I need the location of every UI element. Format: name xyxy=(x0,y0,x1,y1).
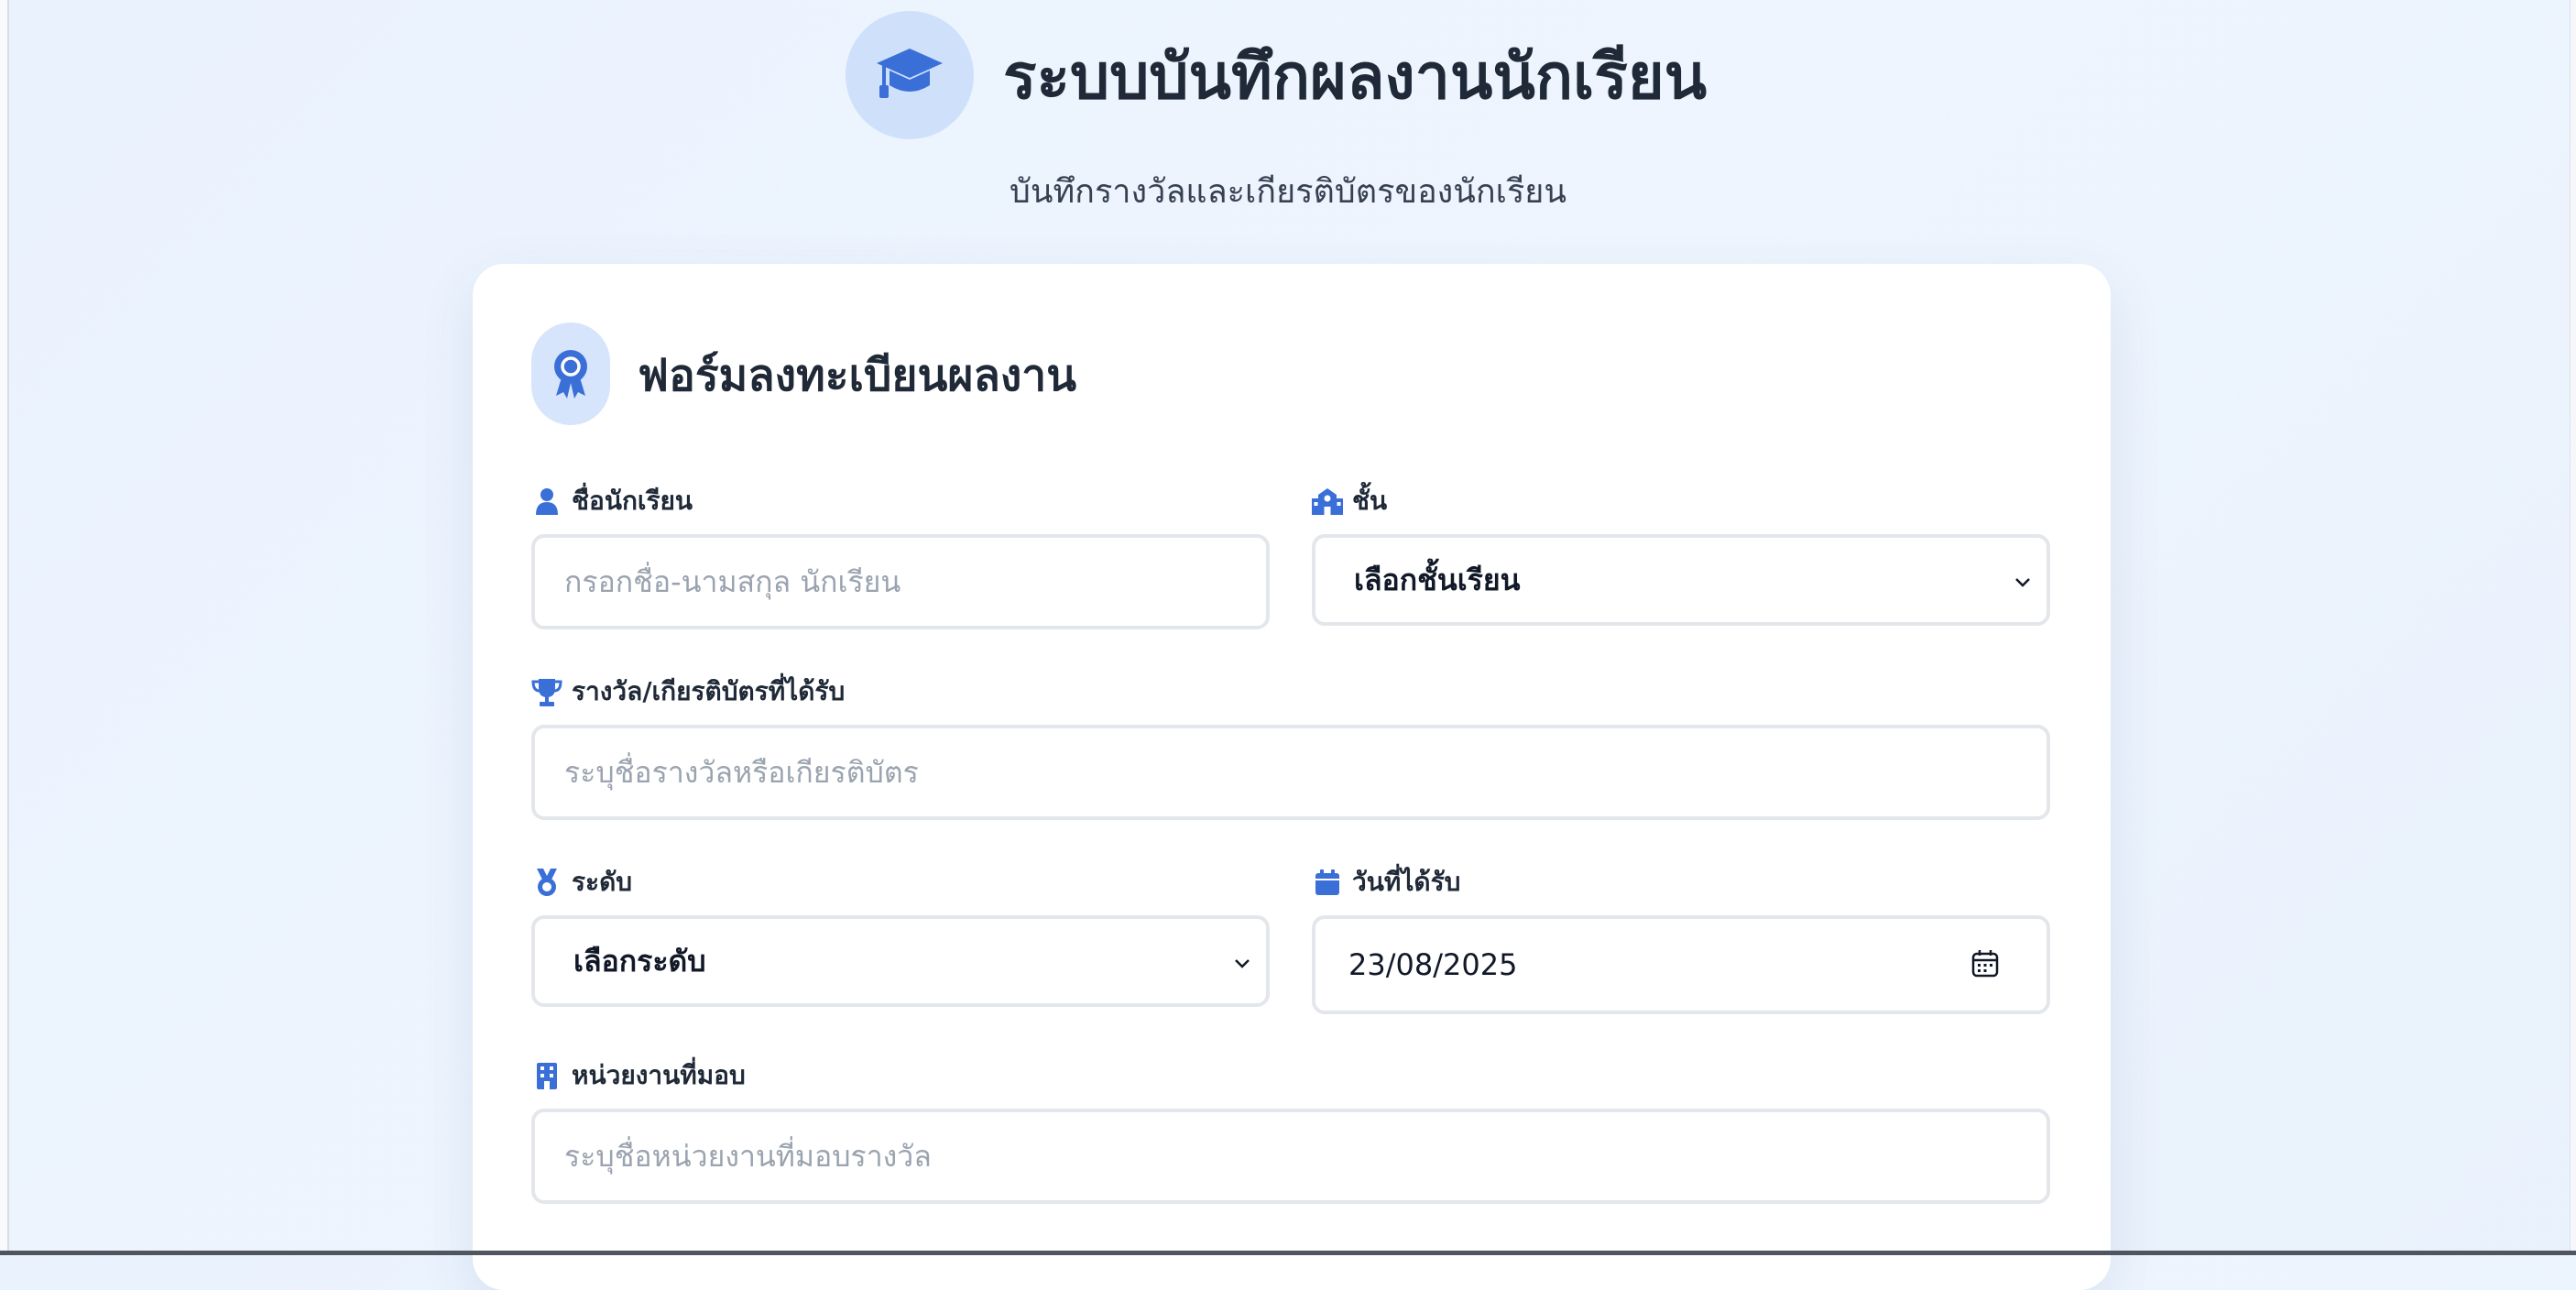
student-name-label: ชื่อนักเรียน xyxy=(531,481,693,521)
level-label-text: ระดับ xyxy=(572,867,633,897)
award-placeholder: ระบุชื่อรางวัลหรือเกียรติบัตร xyxy=(564,754,919,790)
medal-icon xyxy=(531,867,562,898)
school-icon xyxy=(1312,486,1343,517)
award-icon xyxy=(554,350,587,399)
level-label: ระดับ xyxy=(531,862,632,902)
user-icon xyxy=(531,486,562,517)
award-label: รางวัล/เกียรติบัตรที่ได้รับ xyxy=(531,672,845,712)
student-name-label-text: ชื่อนักเรียน xyxy=(572,486,693,516)
building-icon xyxy=(531,1060,562,1091)
page-subtitle: บันทึกรางวัลและเกียรติบัตรของนักเรียน xyxy=(1009,173,1567,211)
chevron-down-icon xyxy=(2015,578,2030,587)
page-header: ระบบบันทึกผลงานนักเรียน บันทึกรางวัลและเ… xyxy=(0,0,2576,238)
date-input-value: 23/08/2025 xyxy=(1348,947,1518,982)
registration-form-card: ฟอร์มลงทะเบียนผลงาน ชื่อนักเรียน กรอกชื่… xyxy=(473,264,2111,1290)
award-label-text: รางวัล/เกียรติบัตรที่ได้รับ xyxy=(572,676,846,706)
trophy-icon xyxy=(531,676,562,707)
logo-badge xyxy=(846,11,974,139)
award-input[interactable]: ระบุชื่อรางวัลหรือเกียรติบัตร xyxy=(531,725,2050,820)
organization-label: หน่วยงานที่มอบ xyxy=(531,1055,746,1096)
grade-label: ชั้น xyxy=(1312,481,1387,521)
form-title-badge xyxy=(531,322,610,425)
level-select-value: เลือกระดับ xyxy=(573,943,706,978)
grade-select-value: เลือกชั้นเรียน xyxy=(1354,562,1521,597)
organization-input[interactable]: ระบุชื่อหน่วยงานที่มอบรางวัล xyxy=(531,1109,2050,1204)
window-bottom-edge xyxy=(0,1251,2576,1255)
grade-select[interactable]: เลือกชั้นเรียน xyxy=(1312,534,2050,626)
student-name-placeholder: กรอกชื่อ-นามสกุล นักเรียน xyxy=(564,563,901,599)
calendar-picker-icon[interactable] xyxy=(1970,948,2001,979)
graduation-cap-icon xyxy=(877,49,943,98)
organization-label-text: หน่วยงานที่มอบ xyxy=(572,1060,746,1090)
level-select[interactable]: เลือกระดับ xyxy=(531,915,1270,1007)
grade-label-text: ชั้น xyxy=(1352,486,1388,516)
page-title: ระบบบันทึกผลงานนักเรียน xyxy=(1003,41,1708,114)
organization-placeholder: ระบุชื่อหน่วยงานที่มอบรางวัล xyxy=(564,1138,932,1174)
form-title: ฟอร์มลงทะเบียนผลงาน xyxy=(638,350,1077,401)
date-label-text: วันที่ได้รับ xyxy=(1352,867,1461,897)
calendar-icon xyxy=(1312,867,1343,898)
chevron-down-icon xyxy=(1235,959,1250,968)
date-label: วันที่ได้รับ xyxy=(1312,862,1460,902)
date-input[interactable]: 23/08/2025 xyxy=(1312,915,2050,1014)
student-name-input[interactable]: กรอกชื่อ-นามสกุล นักเรียน xyxy=(531,534,1270,629)
